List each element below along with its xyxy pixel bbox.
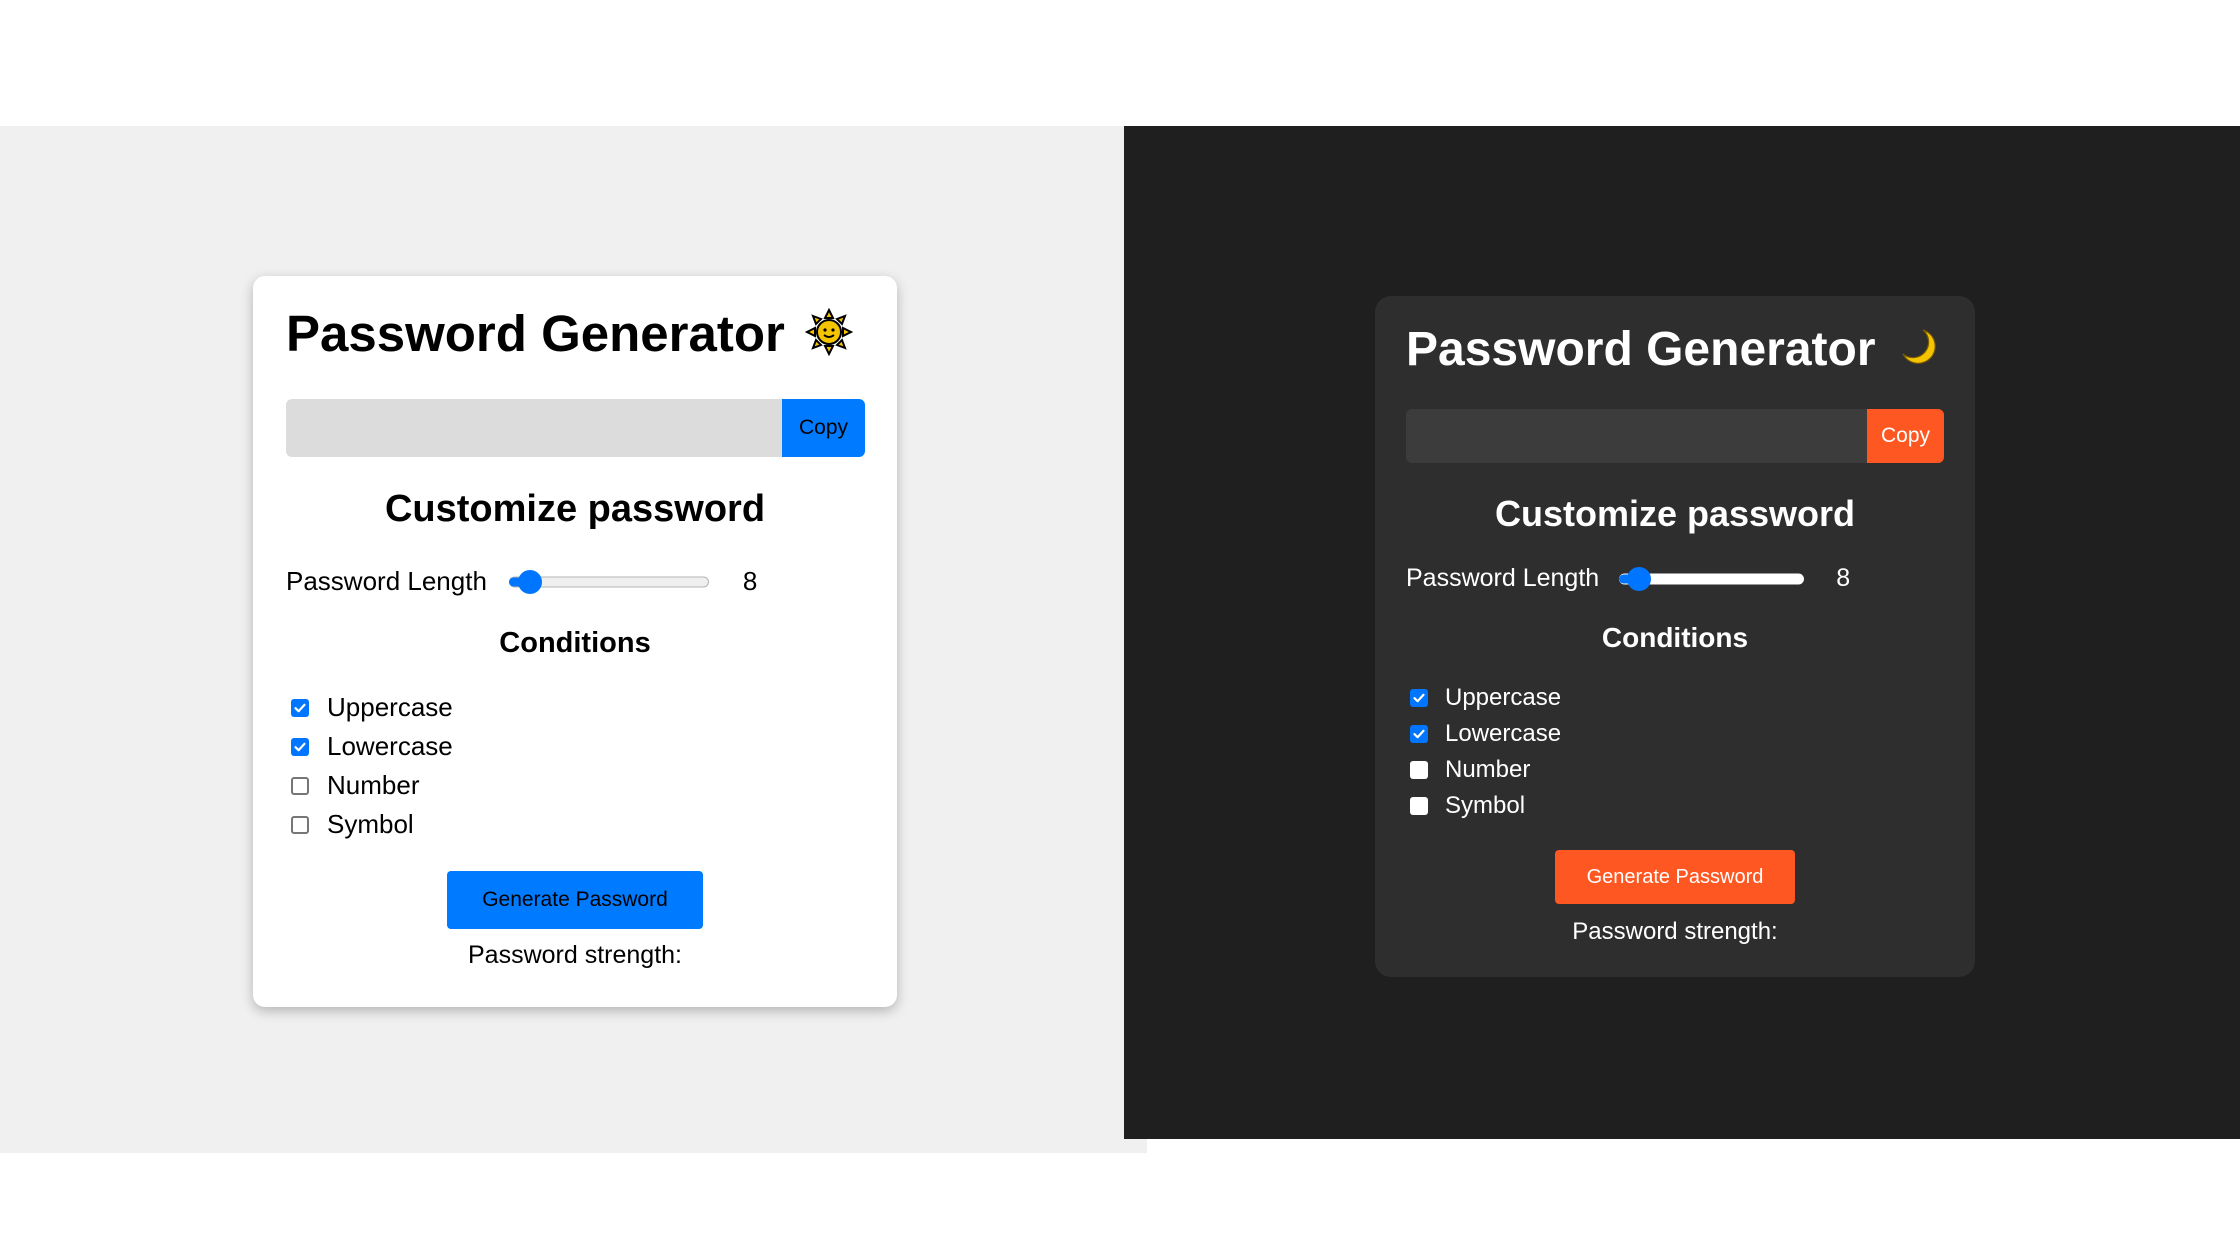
slider-thumb[interactable] — [1627, 566, 1652, 591]
generator-card-dark: Password Generator Copy Customize passwo… — [1375, 296, 1975, 977]
length-value: 8 — [1836, 564, 1851, 592]
conditions-list: Uppercase Lowercase Number Symbol — [291, 688, 453, 844]
password-output-row: Copy — [286, 399, 865, 457]
password-output-field[interactable] — [1406, 409, 1867, 463]
sun-icon[interactable] — [804, 307, 854, 368]
condition-symbol[interactable]: Symbol — [291, 805, 453, 844]
length-slider[interactable] — [508, 568, 709, 596]
uppercase-label: Uppercase — [1445, 684, 1562, 711]
lowercase-label: Lowercase — [1445, 720, 1562, 747]
checkmark-icon — [1413, 729, 1425, 739]
uppercase-checkbox[interactable] — [1410, 689, 1428, 707]
condition-uppercase[interactable]: Uppercase — [291, 688, 453, 727]
uppercase-label: Uppercase — [327, 692, 453, 722]
conditions-heading: Conditions — [499, 627, 651, 659]
copy-button[interactable]: Copy — [1867, 409, 1944, 463]
slider-thumb[interactable] — [517, 569, 542, 594]
customize-heading: Customize password — [1494, 493, 1856, 534]
copy-button[interactable]: Copy — [782, 399, 865, 457]
symbol-label: Symbol — [1445, 792, 1526, 819]
number-label: Number — [1445, 756, 1531, 783]
length-label: Password Length — [1406, 564, 1600, 592]
condition-symbol[interactable]: Symbol — [1410, 788, 1561, 824]
moon-icon[interactable] — [1895, 324, 1939, 380]
customize-heading: Customize password — [384, 488, 766, 530]
uppercase-checkbox[interactable] — [291, 698, 309, 717]
symbol-label: Symbol — [327, 809, 414, 839]
generate-password-button[interactable]: Generate Password — [447, 871, 703, 929]
conditions-heading: Conditions — [1601, 622, 1749, 653]
generate-password-button[interactable]: Generate Password — [1555, 850, 1795, 904]
number-checkbox[interactable] — [291, 776, 309, 795]
conditions-list: Uppercase Lowercase Number Symbol — [1410, 680, 1561, 824]
condition-lowercase[interactable]: Lowercase — [1410, 716, 1561, 752]
condition-number[interactable]: Number — [1410, 752, 1561, 788]
generator-card-light: Password Generator Copy Customize passwo… — [253, 276, 897, 1007]
length-row: Password Length 8 — [1406, 564, 1850, 593]
password-output-row: Copy — [1406, 409, 1944, 463]
dark-theme-panel: Password Generator Copy Customize passwo… — [1124, 126, 2240, 1139]
password-strength-label: Password strength: — [468, 941, 682, 969]
password-strength-label: Password strength: — [1572, 918, 1778, 945]
length-slider[interactable] — [1619, 565, 1805, 593]
lowercase-label: Lowercase — [327, 731, 453, 761]
lowercase-checkbox[interactable] — [1410, 725, 1428, 743]
length-row: Password Length 8 — [286, 566, 757, 597]
password-output-field[interactable] — [286, 399, 782, 457]
checkmark-icon — [294, 703, 306, 712]
length-label: Password Length — [286, 566, 487, 596]
number-checkbox[interactable] — [1410, 761, 1428, 779]
page-title: Password Generator — [1406, 322, 1939, 380]
title-text: Password Generator — [1406, 323, 1876, 376]
light-theme-panel: Password Generator Copy Customize passwo… — [0, 126, 1147, 1153]
checkmark-icon — [294, 742, 306, 751]
length-value: 8 — [742, 566, 758, 596]
condition-uppercase[interactable]: Uppercase — [1410, 680, 1561, 716]
lowercase-checkbox[interactable] — [291, 737, 309, 756]
page-title: Password Generator — [286, 304, 854, 368]
condition-number[interactable]: Number — [291, 766, 453, 805]
condition-lowercase[interactable]: Lowercase — [291, 727, 453, 766]
checkmark-icon — [1413, 693, 1425, 703]
symbol-checkbox[interactable] — [1410, 797, 1428, 815]
number-label: Number — [327, 770, 420, 800]
title-text: Password Generator — [286, 305, 785, 362]
symbol-checkbox[interactable] — [291, 815, 309, 834]
